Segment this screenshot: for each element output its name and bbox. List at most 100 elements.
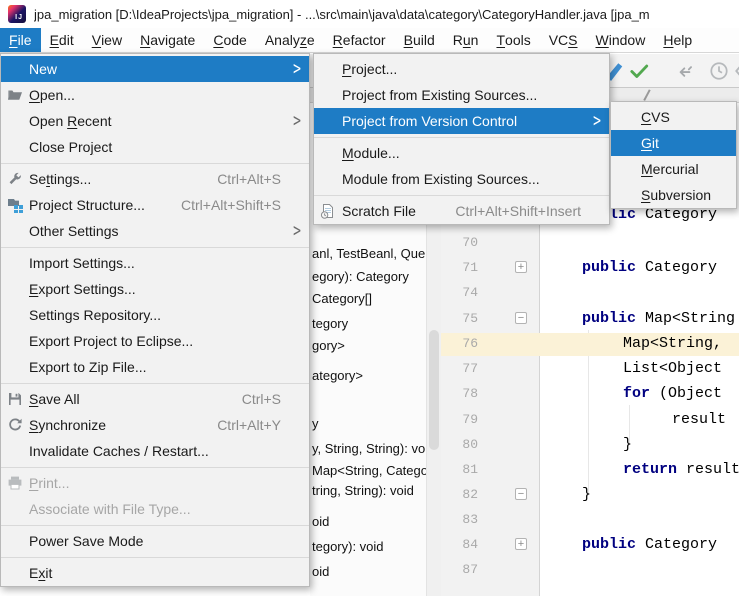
window-title: jpa_migration [D:\IdeaProjects\jpa_migra…: [34, 6, 650, 22]
menu-item-shortcut: Ctrl+Alt+Y: [217, 417, 281, 433]
collapse-left-icon[interactable]: [674, 60, 696, 82]
editor-line: 79 result: [441, 409, 739, 432]
clock-icon[interactable]: [708, 60, 730, 82]
file-menu-item-close-project[interactable]: Close Project: [1, 134, 309, 160]
editor-line: 78 for (Object: [441, 383, 739, 406]
vcs-submenu-item-cvs[interactable]: CVS: [611, 104, 736, 130]
file-menu-item-import-settings[interactable]: Import Settings...: [1, 250, 309, 276]
scrollbar-thumb[interactable]: [429, 330, 439, 450]
menubar-item-edit[interactable]: Edit: [41, 28, 83, 52]
fold-collapse-icon[interactable]: −: [515, 312, 527, 324]
file-menu-item-project-structure[interactable]: Project Structure... Ctrl+Alt+Shift+S: [1, 192, 309, 218]
menu-item-label: Open...: [29, 87, 75, 103]
menu-item-label: Project...: [342, 61, 398, 77]
new-submenu-item-module[interactable]: Module...: [314, 140, 609, 166]
file-menu-item-save-all[interactable]: Save All Ctrl+S: [1, 386, 309, 412]
line-number: 75: [462, 311, 478, 326]
structure-popup-list-item[interactable]: tring, String): void: [312, 483, 414, 498]
menu-item-label: Import Settings...: [29, 255, 135, 271]
editor-line: 81 return result: [441, 459, 739, 482]
menubar-item-vcs[interactable]: VC S: [540, 28, 587, 52]
file-menu-item-settings-repository[interactable]: Settings Repository...: [1, 302, 309, 328]
file-menu-item-power-save-mode[interactable]: Power Save Mode: [1, 528, 309, 554]
structure-popup-list-item[interactable]: y: [312, 416, 319, 431]
file-menu-item-export-settings[interactable]: Export Settings...: [1, 276, 309, 302]
structure-popup-list-item[interactable]: y, String, String): vo: [312, 441, 425, 456]
file-menu-item-synchronize[interactable]: Synchronize Ctrl+Alt+Y: [1, 412, 309, 438]
menubar-item-code[interactable]: Code: [204, 28, 255, 52]
menubar-item-view[interactable]: View: [83, 28, 131, 52]
menubar-item-run[interactable]: Run: [444, 28, 488, 52]
file-menu-item-export-to-zip-file[interactable]: Export to Zip File...: [1, 354, 309, 380]
structure-popup-list-item[interactable]: oid: [312, 514, 329, 529]
structure-popup-list-item[interactable]: anl, TestBeanl, Que: [312, 246, 425, 261]
editor-line: 71 + public Category: [441, 257, 739, 280]
file-menu-item-exit[interactable]: Exit: [1, 560, 309, 586]
menubar-item-refactor[interactable]: Refactor: [324, 28, 395, 52]
wrench-icon: [1, 171, 29, 187]
menu-item-shortcut: Ctrl+S: [241, 391, 281, 407]
file-menu-item-open[interactable]: Open...: [1, 82, 309, 108]
menu-item-label: Git: [641, 135, 659, 151]
structure-popup-list-item[interactable]: Map<String, Catego: [312, 463, 426, 478]
menu-item-label: Other Settings: [29, 223, 119, 239]
menubar-item-window[interactable]: Window: [587, 28, 655, 52]
editor-line: 82 −}: [441, 484, 739, 507]
new-submenu-item-project-from-version-control[interactable]: Project from Version Control >: [314, 108, 609, 134]
fold-expand-icon[interactable]: +: [515, 261, 527, 273]
menu-item-label: Export Project to Eclipse...: [29, 333, 194, 349]
menu-item-label: CVS: [641, 109, 670, 125]
new-submenu-item-scratch-file[interactable]: Scratch File Ctrl+Alt+Shift+Insert: [314, 198, 609, 224]
line-number: 81: [462, 462, 478, 477]
menubar-item-help[interactable]: Help: [654, 28, 701, 52]
structure-popup-list-item[interactable]: tegory): void: [312, 539, 384, 554]
structure-popup-list-item[interactable]: oid: [312, 564, 329, 579]
new-submenu-item-project-from-existing-sources[interactable]: Project from Existing Sources...: [314, 82, 609, 108]
structure-popup-scrollbar[interactable]: [426, 210, 441, 596]
vcs-submenu-item-git[interactable]: Git: [611, 130, 736, 156]
menu-item-label: New: [29, 61, 58, 77]
line-number: 79: [462, 412, 478, 427]
menu-item-label: Mercurial: [641, 161, 699, 177]
new-submenu-item-module-from-existing-sources[interactable]: Module from Existing Sources...: [314, 166, 609, 192]
file-menu-item-settings[interactable]: Settings... Ctrl+Alt+S: [1, 166, 309, 192]
file-menu-separator: [1, 554, 309, 560]
file-menu-item-new[interactable]: New >: [1, 56, 309, 82]
structure-popup-list-item[interactable]: tegory: [312, 316, 348, 331]
menubar-item-navigate[interactable]: Navigate: [131, 28, 204, 52]
file-menu-item-print: Print...: [1, 470, 309, 496]
menubar-item-analyze[interactable]: Analy z e: [256, 28, 324, 52]
fold-collapse-icon[interactable]: −: [515, 488, 527, 500]
partial-arc-icon[interactable]: [733, 60, 739, 82]
title-bar: IJ jpa_migration [D:\IdeaProjects\jpa_mi…: [0, 0, 739, 28]
fold-expand-icon[interactable]: +: [515, 538, 527, 550]
menu-item-label: Invalidate Caches / Restart...: [29, 443, 209, 459]
structure-popup-list-item[interactable]: gory>: [312, 338, 345, 353]
menu-item-label: Module...: [342, 145, 400, 161]
menu-item-label: Project from Existing Sources...: [342, 87, 538, 103]
file-menu-item-open-recent[interactable]: Open Recent >: [1, 108, 309, 134]
check-icon[interactable]: [628, 60, 650, 82]
sync-icon: [1, 417, 29, 433]
file-menu-item-invalidate-caches-restart[interactable]: Invalidate Caches / Restart...: [1, 438, 309, 464]
editor-line: 84 + public Category: [441, 534, 739, 557]
app-icon-text: IJ: [15, 14, 23, 21]
menubar-item-tools[interactable]: Tools: [487, 28, 539, 52]
code-text: List<Object: [623, 360, 723, 377]
vcs-submenu-item-subversion[interactable]: Subversion: [611, 182, 736, 208]
code-text: result: [672, 411, 727, 428]
structure-popup: anl, TestBeanl, Que egory): Category Categ…: [310, 210, 426, 596]
menubar-item-file[interactable]: File: [0, 28, 41, 52]
structure-popup-list-item[interactable]: Category[]: [312, 291, 372, 306]
menubar-item-build[interactable]: Build: [395, 28, 444, 52]
file-menu-item-export-project-to-eclipse[interactable]: Export Project to Eclipse...: [1, 328, 309, 354]
menu-item-label: Project Structure...: [29, 197, 145, 213]
file-menu-item-other-settings[interactable]: Other Settings >: [1, 218, 309, 244]
structure-popup-list-item[interactable]: ategory>: [312, 368, 363, 383]
submenu-arrow-icon: >: [293, 220, 301, 242]
structure-popup-list-item[interactable]: egory): Category: [312, 269, 409, 284]
code-text: public Category: [582, 259, 718, 276]
vcs-submenu-item-mercurial[interactable]: Mercurial: [611, 156, 736, 182]
new-submenu-item-project[interactable]: Project...: [314, 56, 609, 82]
menu-item-label: Associate with File Type...: [29, 501, 191, 517]
